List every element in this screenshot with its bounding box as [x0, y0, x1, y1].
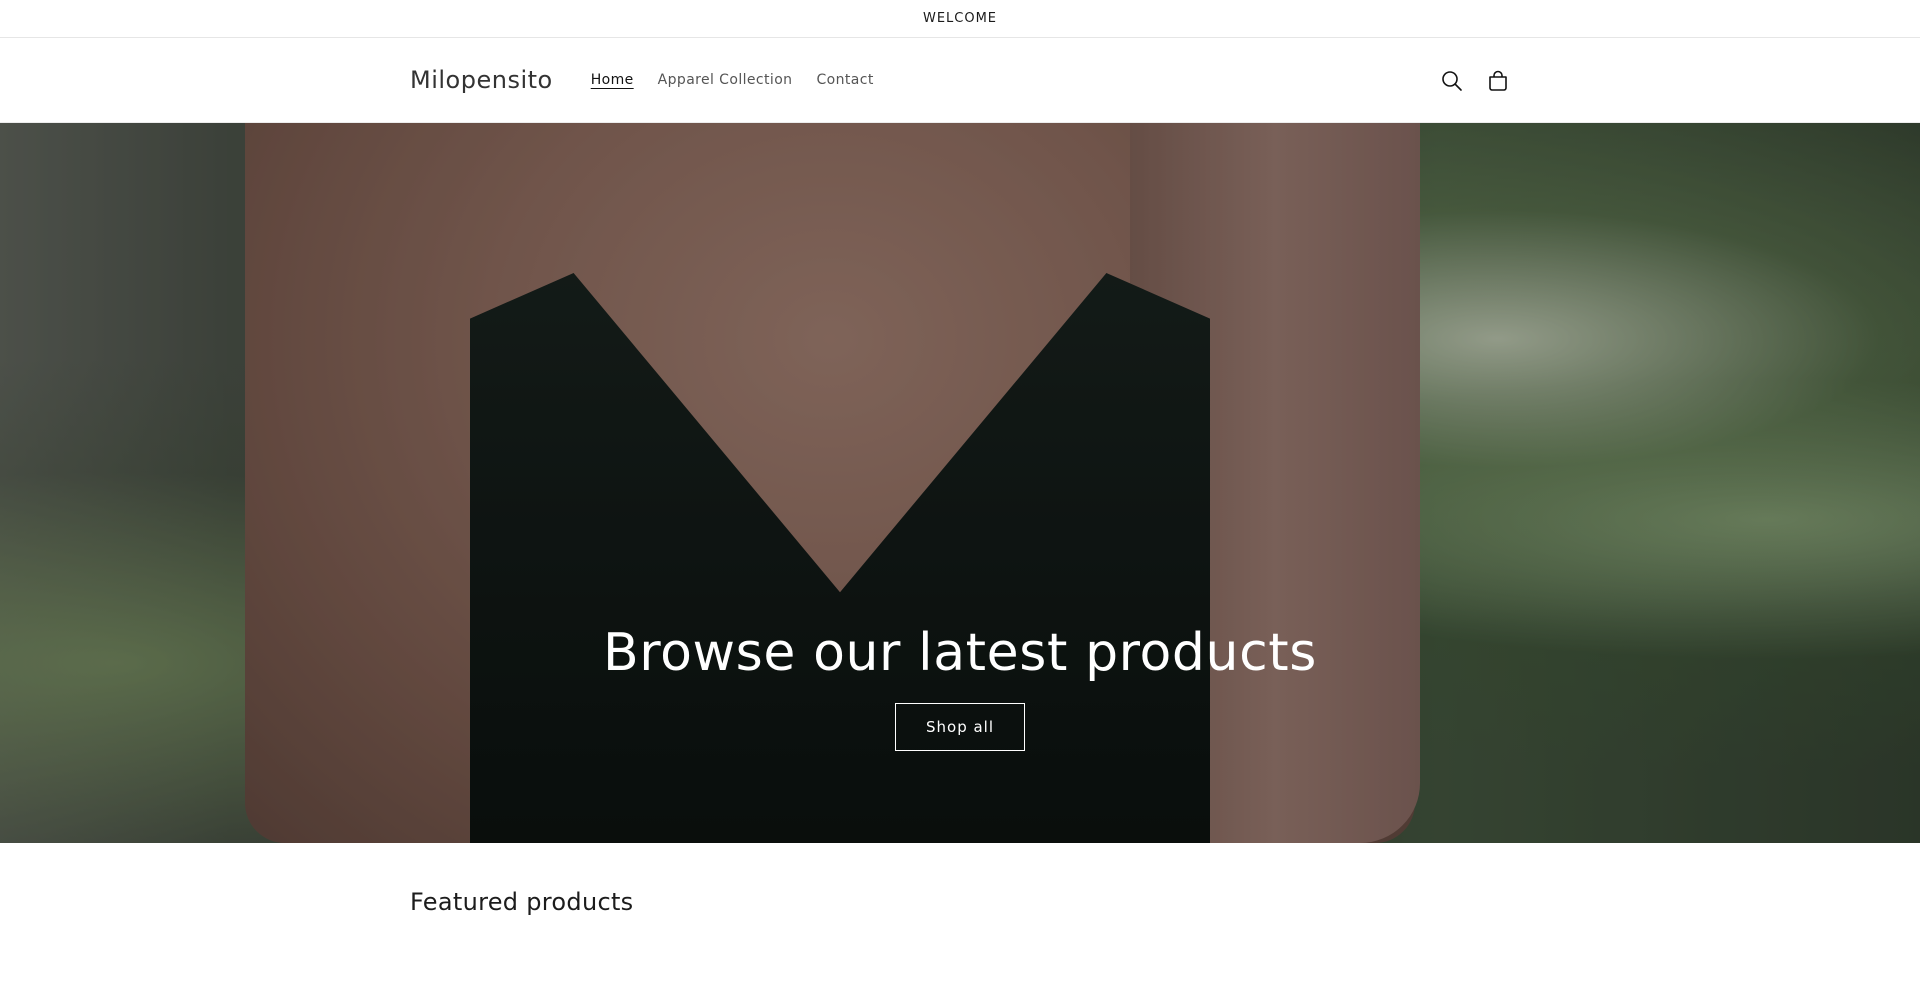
- search-icon[interactable]: [1440, 69, 1464, 93]
- site-header: Milopensito Home Apparel Collection Cont…: [0, 38, 1920, 123]
- announcement-text: WELCOME: [922, 11, 998, 26]
- hero-banner: Browse our latest products Shop all: [0, 123, 1920, 843]
- main-nav: Home Apparel Collection Contact: [591, 72, 874, 88]
- cart-icon[interactable]: [1486, 69, 1510, 93]
- nav-item-contact[interactable]: Contact: [816, 72, 873, 88]
- announcement-bar: WELCOME: [0, 0, 1920, 38]
- hero-content: Browse our latest products Shop all: [0, 623, 1920, 751]
- store-logo[interactable]: Milopensito: [410, 66, 553, 94]
- hero-title: Browse our latest products: [603, 623, 1317, 683]
- nav-item-home[interactable]: Home: [591, 72, 634, 88]
- featured-title: Featured products: [410, 888, 634, 916]
- header-icons: [1440, 38, 1510, 123]
- featured-section: Featured products: [0, 843, 1920, 916]
- nav-item-apparel-collection[interactable]: Apparel Collection: [658, 72, 793, 88]
- shop-all-button[interactable]: Shop all: [894, 703, 1026, 751]
